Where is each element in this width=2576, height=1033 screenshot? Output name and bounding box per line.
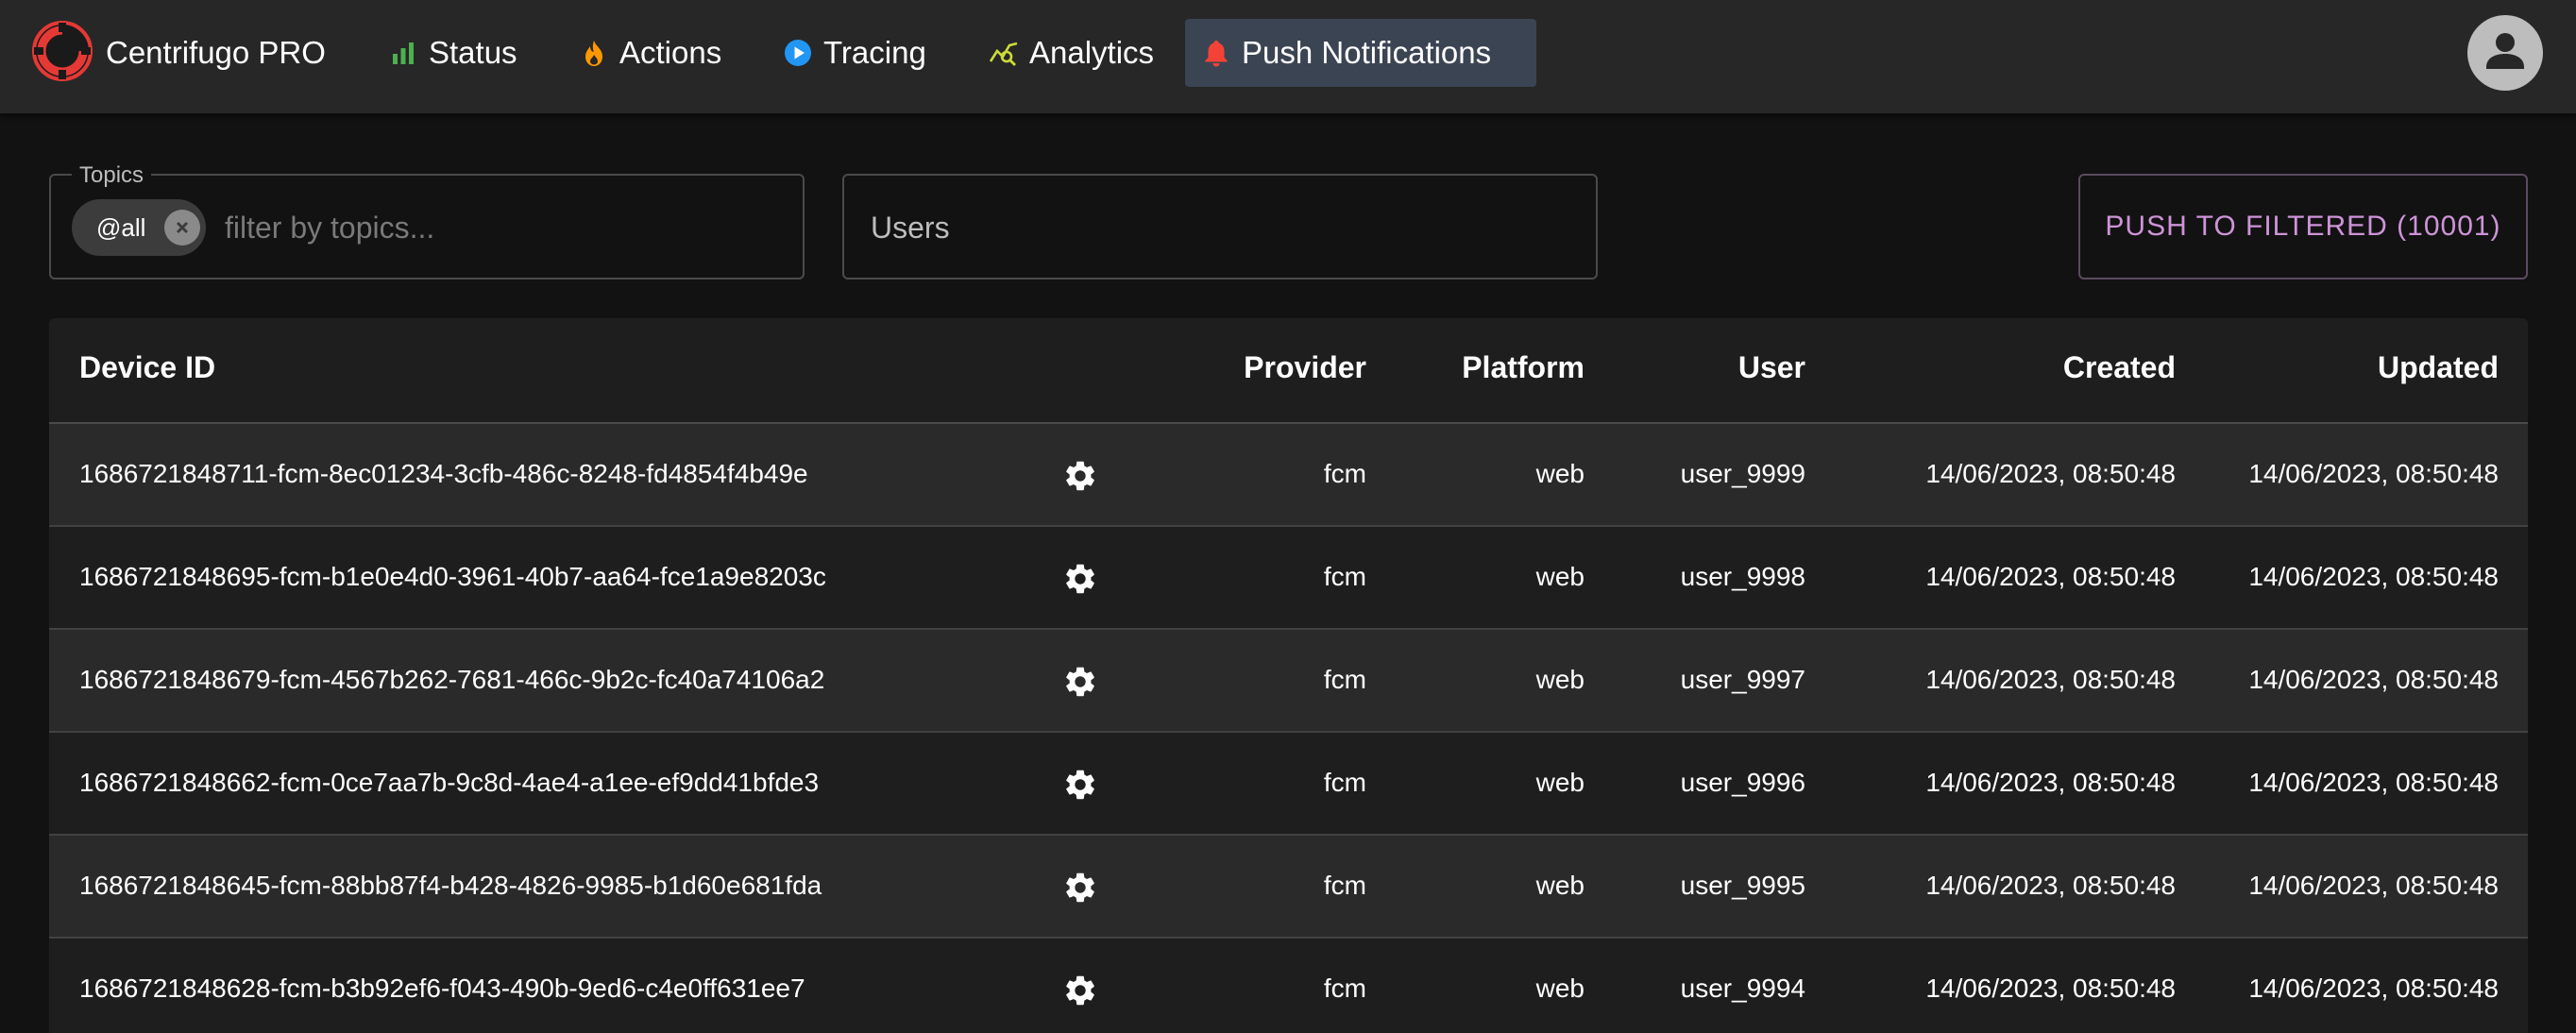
column-header-user[interactable]: User [1738,350,1805,385]
platform-cell: web [1535,665,1585,694]
created-cell: 14/06/2023, 08:50:48 [1925,665,2176,694]
created-cell: 14/06/2023, 08:50:48 [1925,768,2176,797]
platform-cell: web [1535,871,1585,900]
column-header-provider[interactable]: Provider [1244,350,1366,385]
play-circle-icon [782,37,814,69]
provider-cell: fcm [1323,665,1366,694]
gear-icon[interactable] [1062,767,1098,803]
user-cell: user_9994 [1680,974,1805,1003]
app-title: Centrifugo PRO [106,35,326,70]
query-stats-icon [988,37,1020,69]
topic-chip[interactable]: @all [72,199,207,256]
table-row[interactable]: 1686721848711-fcm-8ec01234-3cfb-486c-824… [49,424,2528,527]
platform-cell: web [1535,768,1585,797]
provider-cell: fcm [1323,974,1366,1003]
topics-legend: Topics [72,162,152,189]
user-avatar[interactable] [2467,15,2543,91]
updated-cell: 14/06/2023, 08:50:48 [2248,974,2499,1003]
device-id-cell: 1686721848662-fcm-0ce7aa7b-9c8d-4ae4-a1e… [79,768,820,797]
column-header-device-id[interactable]: Device ID [79,350,215,385]
account-icon [2482,27,2529,79]
topics-search-input[interactable] [223,206,789,249]
device-id-cell: 1686721848628-fcm-b3b92ef6-f043-490b-9ed… [79,974,805,1003]
column-header-updated[interactable]: Updated [2378,350,2499,385]
table-header: Device ID Provider Platform User Created… [49,318,2528,424]
column-header-created[interactable]: Created [2063,350,2176,385]
chip-remove-icon[interactable] [164,210,201,246]
updated-cell: 14/06/2023, 08:50:48 [2248,459,2499,488]
provider-cell: fcm [1323,459,1366,488]
user-cell: user_9997 [1680,665,1805,694]
provider-cell: fcm [1323,768,1366,797]
flame-icon [578,37,610,69]
topics-filter[interactable]: Topics @all [49,162,805,279]
created-cell: 14/06/2023, 08:50:48 [1925,871,2176,900]
provider-cell: fcm [1323,562,1366,591]
updated-cell: 14/06/2023, 08:50:48 [2248,562,2499,591]
updated-cell: 14/06/2023, 08:50:48 [2248,768,2499,797]
user-cell: user_9996 [1680,768,1805,797]
updated-cell: 14/06/2023, 08:50:48 [2248,871,2499,900]
gear-icon[interactable] [1062,458,1098,494]
table-row[interactable]: 1686721848695-fcm-b1e0e4d0-3961-40b7-aa6… [49,527,2528,630]
user-cell: user_9999 [1680,459,1805,488]
devices-table: Device ID Provider Platform User Created… [49,318,2528,1033]
gear-icon[interactable] [1062,973,1098,1008]
table-row[interactable]: 1686721848662-fcm-0ce7aa7b-9c8d-4ae4-a1e… [49,733,2528,836]
brand[interactable]: Centrifugo PRO [32,20,326,86]
nav-push-notifications[interactable]: Push Notifications [1185,19,1536,87]
updated-cell: 14/06/2023, 08:50:48 [2248,665,2499,694]
nav-analytics-label: Analytics [1029,35,1155,70]
bar-chart-icon [387,37,419,69]
users-filter[interactable] [842,174,1598,279]
gear-icon[interactable] [1062,561,1098,597]
centrifugo-logo-icon [32,20,93,86]
nav-status-label: Status [429,35,517,70]
push-to-filtered-button[interactable]: PUSH TO FILTERED (10001) [2078,174,2528,279]
nav-tracing-label: Tracing [823,35,926,70]
device-id-cell: 1686721848711-fcm-8ec01234-3cfb-486c-824… [79,459,808,488]
created-cell: 14/06/2023, 08:50:48 [1925,459,2176,488]
users-input[interactable] [869,204,1568,251]
platform-cell: web [1535,459,1585,488]
device-id-cell: 1686721848645-fcm-88bb87f4-b428-4826-998… [79,871,822,900]
created-cell: 14/06/2023, 08:50:48 [1925,974,2176,1003]
nav-analytics[interactable]: Analytics [973,19,1169,87]
device-id-cell: 1686721848695-fcm-b1e0e4d0-3961-40b7-aa6… [79,562,826,591]
app-bar: Centrifugo PRO Status Actions Tracing An… [0,0,2576,113]
bell-icon [1200,37,1232,69]
nav-actions[interactable]: Actions [563,19,737,87]
nav-status[interactable]: Status [372,19,533,87]
nav-push-notifications-label: Push Notifications [1242,35,1492,70]
provider-cell: fcm [1323,871,1366,900]
gear-icon[interactable] [1062,870,1098,906]
topic-chip-label: @all [96,212,146,242]
platform-cell: web [1535,562,1585,591]
nav-tracing[interactable]: Tracing [767,19,941,87]
user-cell: user_9995 [1680,871,1805,900]
user-cell: user_9998 [1680,562,1805,591]
device-id-cell: 1686721848679-fcm-4567b262-7681-466c-9b2… [79,665,825,694]
platform-cell: web [1535,974,1585,1003]
created-cell: 14/06/2023, 08:50:48 [1925,562,2176,591]
table-row[interactable]: 1686721848645-fcm-88bb87f4-b428-4826-998… [49,836,2528,939]
table-row[interactable]: 1686721848628-fcm-b3b92ef6-f043-490b-9ed… [49,939,2528,1033]
gear-icon[interactable] [1062,664,1098,700]
table-row[interactable]: 1686721848679-fcm-4567b262-7681-466c-9b2… [49,630,2528,733]
nav-actions-label: Actions [619,35,722,70]
column-header-platform[interactable]: Platform [1462,350,1585,385]
